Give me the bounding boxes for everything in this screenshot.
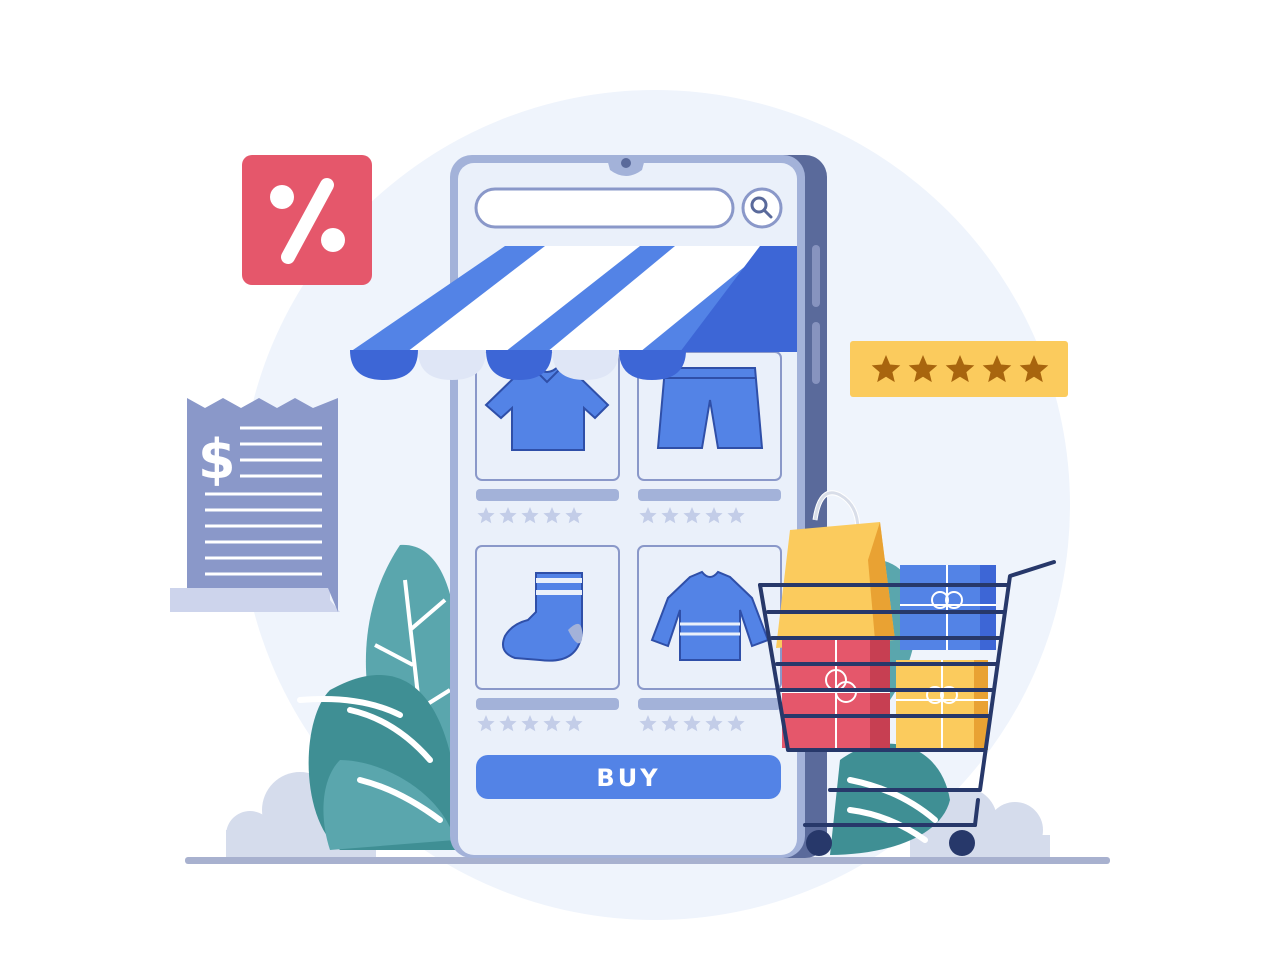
front-camera xyxy=(621,158,631,168)
ground-line xyxy=(185,857,1110,864)
search-input[interactable] xyxy=(474,187,735,229)
product-name-placeholder xyxy=(476,698,619,710)
dollar-sign: $ xyxy=(198,428,236,491)
product-name-placeholder xyxy=(638,698,781,710)
product-card-sweater[interactable] xyxy=(637,545,782,690)
cart-wheel xyxy=(949,830,975,856)
discount-badge xyxy=(242,155,372,285)
rating-badge xyxy=(850,341,1068,397)
product-name-placeholder xyxy=(638,489,781,501)
receipt: $ xyxy=(170,398,340,612)
illustration-scene: $ BUY xyxy=(170,90,1110,920)
product-name-placeholder xyxy=(476,489,619,501)
search-button[interactable] xyxy=(741,187,783,229)
cart-wheel xyxy=(806,830,832,856)
gift-box-red xyxy=(782,640,890,748)
gift-box-yellow xyxy=(896,660,988,750)
buy-button[interactable]: BUY xyxy=(476,755,781,799)
buy-button-label: BUY xyxy=(596,764,660,792)
product-card-sock[interactable] xyxy=(475,545,620,690)
